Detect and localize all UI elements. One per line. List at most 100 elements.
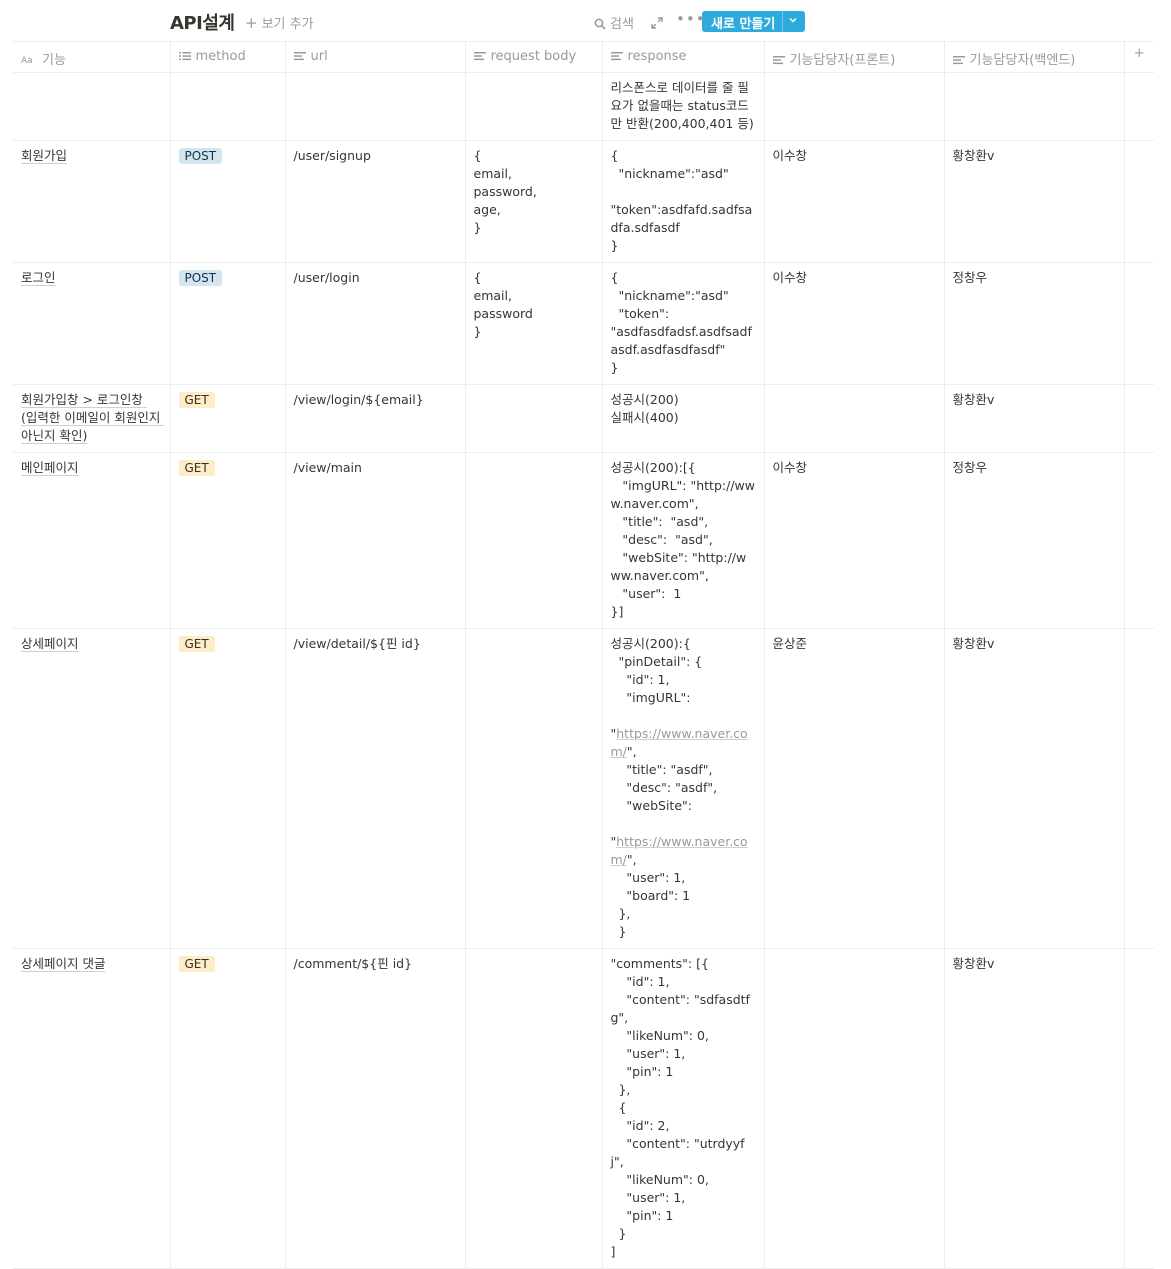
empty-cell bbox=[1124, 628, 1154, 949]
expand-icon[interactable] bbox=[651, 14, 663, 33]
frontend-cell[interactable]: 이수창 bbox=[764, 140, 945, 263]
backend-cell[interactable] bbox=[944, 72, 1125, 141]
request-body-cell[interactable] bbox=[465, 452, 603, 629]
empty-cell bbox=[1124, 384, 1154, 453]
url-cell[interactable] bbox=[285, 72, 466, 141]
frontend-cell[interactable]: 이수창 bbox=[764, 262, 945, 385]
method-tag: GET bbox=[178, 636, 215, 652]
request-body-cell[interactable] bbox=[465, 384, 603, 453]
method-cell[interactable]: GET bbox=[170, 628, 286, 949]
header-row: Aa 기능 method url request body response 기능… bbox=[13, 41, 1154, 73]
response-cell[interactable]: 성공시(200) 실패시(400) bbox=[602, 384, 765, 453]
response-cell[interactable]: 성공시(200):[{ "imgURL": "http://www.naver.… bbox=[602, 452, 765, 629]
empty-cell bbox=[1124, 262, 1154, 385]
column-header-frontend[interactable]: 기능담당자(프론트) bbox=[764, 41, 945, 73]
method-tag: POST bbox=[178, 148, 223, 164]
url-cell[interactable]: /view/detail/${핀 id} bbox=[285, 628, 466, 949]
table-row[interactable]: 상세페이지 댓글 GET /comment/${핀 id} "comments"… bbox=[13, 948, 1154, 1269]
text-icon bbox=[610, 52, 623, 61]
page-title[interactable]: API설계 bbox=[170, 9, 235, 35]
table-row[interactable]: 회원가입창 > 로그인창 (입력한 이메일이 회원인지 아닌지 확인) GET … bbox=[13, 384, 1154, 453]
frontend-cell[interactable]: 이수창 bbox=[764, 452, 945, 629]
add-view-button[interactable]: + 보기 추가 bbox=[245, 13, 314, 32]
response-cell[interactable]: { "nickname":"asd" "token":asdfafd.sadfs… bbox=[602, 140, 765, 263]
backend-cell[interactable]: 정창우 bbox=[944, 262, 1125, 385]
table-row[interactable]: 회원가입 POST /user/signup { email, password… bbox=[13, 140, 1154, 263]
table-row[interactable]: 로그인 POST /user/login { email, password }… bbox=[13, 262, 1154, 385]
feature-cell[interactable]: 상세페이지 댓글 bbox=[13, 948, 171, 1269]
request-body-cell[interactable] bbox=[465, 628, 603, 949]
add-view-label: 보기 추가 bbox=[261, 17, 314, 32]
backend-cell[interactable]: 황창환v bbox=[944, 628, 1125, 949]
method-cell[interactable]: GET bbox=[170, 452, 286, 629]
frontend-cell[interactable] bbox=[764, 384, 945, 453]
backend-cell[interactable]: 정창우 bbox=[944, 452, 1125, 629]
column-header-url[interactable]: url bbox=[285, 41, 466, 73]
url-cell[interactable]: /user/login bbox=[285, 262, 466, 385]
url-cell[interactable]: /user/signup bbox=[285, 140, 466, 263]
response-cell[interactable]: "comments": [{ "id": 1, "content": "sdfa… bbox=[602, 948, 765, 1269]
request-body-cell[interactable] bbox=[465, 72, 603, 141]
frontend-cell[interactable] bbox=[764, 948, 945, 1269]
add-column-button[interactable]: + bbox=[1124, 41, 1154, 73]
request-body-cell[interactable] bbox=[465, 948, 603, 1269]
search-label: 검색 bbox=[610, 17, 634, 32]
database-table: Aa 기능 method url request body response 기능… bbox=[13, 41, 1154, 1269]
empty-cell bbox=[1124, 72, 1154, 141]
text-icon bbox=[952, 56, 965, 65]
request-body-cell[interactable]: { email, password } bbox=[465, 262, 603, 385]
search-icon bbox=[594, 18, 606, 30]
column-header-request-body[interactable]: request body bbox=[465, 41, 603, 73]
text-icon bbox=[473, 52, 486, 61]
url-cell[interactable]: /view/login/${email} bbox=[285, 384, 466, 453]
table-row[interactable]: 리스폰스로 데이터를 줄 필요가 없을때는 status코드만 반환(200,4… bbox=[13, 72, 1154, 141]
chevron-down-icon[interactable] bbox=[788, 15, 798, 25]
search-button[interactable]: 검색 bbox=[594, 13, 634, 32]
text-icon bbox=[293, 52, 306, 61]
plus-icon: + bbox=[245, 14, 258, 32]
button-divider bbox=[782, 11, 783, 32]
column-header-response[interactable]: response bbox=[602, 41, 765, 73]
method-cell[interactable]: GET bbox=[170, 384, 286, 453]
table-row[interactable]: 메인페이지 GET /view/main 성공시(200):[{ "imgURL… bbox=[13, 452, 1154, 629]
method-cell[interactable]: POST bbox=[170, 140, 286, 263]
column-header-feature[interactable]: Aa 기능 bbox=[13, 41, 171, 73]
empty-cell bbox=[1124, 140, 1154, 263]
empty-cell bbox=[1124, 948, 1154, 1269]
method-tag: GET bbox=[178, 392, 215, 408]
method-cell[interactable]: GET bbox=[170, 948, 286, 1269]
svg-text:Aa: Aa bbox=[21, 56, 33, 65]
column-header-backend[interactable]: 기능담당자(백엔드) bbox=[944, 41, 1125, 73]
empty-cell bbox=[1124, 452, 1154, 629]
backend-cell[interactable]: 황창환v bbox=[944, 384, 1125, 453]
database-toolbar: API설계 + 보기 추가 검색 ••• 새로 만들기 bbox=[0, 0, 1171, 42]
response-cell[interactable]: 리스폰스로 데이터를 줄 필요가 없을때는 status코드만 반환(200,4… bbox=[602, 72, 765, 141]
plus-icon: + bbox=[1133, 46, 1145, 61]
method-cell[interactable] bbox=[170, 72, 286, 141]
text-icon bbox=[772, 56, 785, 65]
feature-cell[interactable]: 회원가입 bbox=[13, 140, 171, 263]
table-row[interactable]: 상세페이지 GET /view/detail/${핀 id} 성공시(200):… bbox=[13, 628, 1154, 949]
new-button-label: 새로 만들기 bbox=[711, 17, 776, 32]
response-cell[interactable]: { "nickname":"asd" "token": "asdfasdfads… bbox=[602, 262, 765, 385]
request-body-cell[interactable]: { email, password, age, } bbox=[465, 140, 603, 263]
method-cell[interactable]: POST bbox=[170, 262, 286, 385]
feature-cell[interactable] bbox=[13, 72, 171, 141]
frontend-cell[interactable]: 윤상준 bbox=[764, 628, 945, 949]
column-header-method[interactable]: method bbox=[170, 41, 286, 73]
feature-cell[interactable]: 메인페이지 bbox=[13, 452, 171, 629]
url-cell[interactable]: /view/main bbox=[285, 452, 466, 629]
method-tag: GET bbox=[178, 460, 215, 476]
method-tag: GET bbox=[178, 956, 215, 972]
method-tag: POST bbox=[178, 270, 223, 286]
feature-cell[interactable]: 상세페이지 bbox=[13, 628, 171, 949]
url-cell[interactable]: /comment/${핀 id} bbox=[285, 948, 466, 1269]
list-icon bbox=[178, 52, 191, 61]
frontend-cell[interactable] bbox=[764, 72, 945, 141]
backend-cell[interactable]: 황창환v bbox=[944, 140, 1125, 263]
feature-cell[interactable]: 회원가입창 > 로그인창 (입력한 이메일이 회원인지 아닌지 확인) bbox=[13, 384, 171, 453]
backend-cell[interactable]: 황창환v bbox=[944, 948, 1125, 1269]
new-button[interactable]: 새로 만들기 bbox=[702, 11, 805, 32]
feature-cell[interactable]: 로그인 bbox=[13, 262, 171, 385]
response-cell[interactable]: 성공시(200):{ "pinDetail": { "id": 1, "imgU… bbox=[602, 628, 765, 949]
